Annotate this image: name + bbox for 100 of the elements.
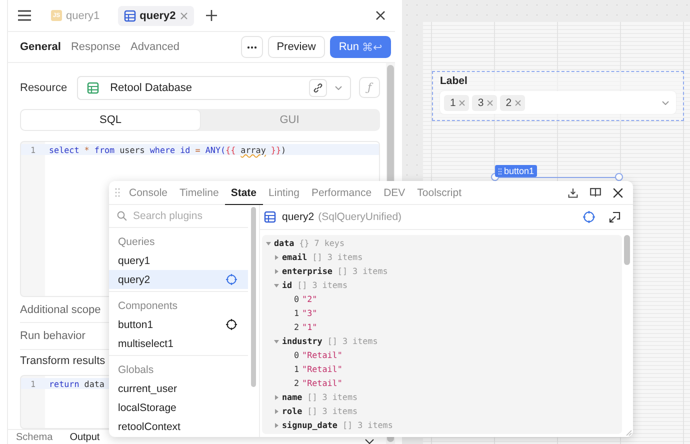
debug-tab[interactable]: Linting xyxy=(262,181,306,204)
tree-key[interactable]: enterprise xyxy=(282,266,332,276)
field-label: Label xyxy=(440,74,468,88)
item-count: 3 items xyxy=(322,406,358,416)
item-count: 3 items xyxy=(358,420,393,430)
section-label[interactable]: Transform results xyxy=(20,354,106,367)
mode-tab[interactable]: SQL xyxy=(21,110,200,130)
drag-handle-icon[interactable] xyxy=(115,188,120,197)
group-heading: Components xyxy=(118,300,178,312)
scrollbar-thumb[interactable] xyxy=(251,207,256,387)
plugin-item[interactable]: localStorage xyxy=(109,398,248,417)
crosshair-icon[interactable] xyxy=(226,319,237,330)
tree-key[interactable]: id xyxy=(282,280,292,290)
preview-button[interactable]: Preview xyxy=(268,36,325,58)
more-button[interactable] xyxy=(240,36,263,58)
caret-icon[interactable] xyxy=(274,338,279,344)
debug-tab[interactable]: State xyxy=(224,181,263,204)
type-hint: [] xyxy=(307,392,318,402)
caret-icon[interactable] xyxy=(274,254,279,260)
resource-select[interactable]: Retool Database xyxy=(77,76,351,100)
more-icon xyxy=(246,46,257,48)
tree-key[interactable]: email xyxy=(282,252,308,262)
tag-chip[interactable]: 1 xyxy=(444,94,469,110)
item-count: 3 items xyxy=(327,252,363,262)
code-line: return data xyxy=(48,378,104,389)
multiselect-field[interactable]: 1 3 2 xyxy=(440,91,676,114)
run-button[interactable]: Run ⌘↩ xyxy=(330,36,391,58)
plugin-item[interactable]: current_user xyxy=(109,379,248,398)
type-hint: [] xyxy=(337,266,348,276)
tree-key[interactable]: name xyxy=(282,392,302,402)
table-icon xyxy=(124,10,136,22)
tree-key[interactable]: role xyxy=(282,406,302,416)
tree-key[interactable]: data xyxy=(274,238,294,248)
caret-icon[interactable] xyxy=(266,240,271,246)
debug-tab[interactable]: Console xyxy=(123,181,174,204)
output-tab[interactable]: Schema xyxy=(16,432,53,444)
type-hint: [] xyxy=(307,406,318,416)
close-icon[interactable] xyxy=(613,188,623,198)
plugin-item[interactable]: button1 xyxy=(109,315,248,334)
plus-icon[interactable] xyxy=(206,10,217,21)
item-count: 3 items xyxy=(352,266,388,276)
caret-icon[interactable] xyxy=(274,282,279,288)
plugin-name: query2 xyxy=(282,211,314,223)
output-tab[interactable]: Output xyxy=(70,432,100,444)
plugin-item[interactable]: multiselect1 xyxy=(109,334,248,353)
debug-tab[interactable]: Performance xyxy=(305,181,378,204)
index-label: 2 xyxy=(294,322,300,332)
debug-tab[interactable]: DEV xyxy=(378,181,412,204)
plugin-item[interactable]: query1 xyxy=(109,251,248,270)
query-tab[interactable]: query2 xyxy=(118,6,194,26)
menu-icon[interactable] xyxy=(18,10,31,21)
tree-key[interactable]: industry xyxy=(282,336,322,346)
section-label[interactable]: Run behavior xyxy=(20,330,86,342)
remove-icon[interactable] xyxy=(458,100,465,106)
index-label: 0 xyxy=(294,350,300,360)
item-count: 3 items xyxy=(312,280,348,290)
resize-handle[interactable] xyxy=(615,173,623,181)
tag-chip[interactable]: 2 xyxy=(500,94,525,110)
section-tab[interactable]: General xyxy=(20,41,61,53)
chevron-icon[interactable] xyxy=(365,439,374,444)
caret-icon[interactable] xyxy=(274,422,279,428)
string-value: "2" xyxy=(302,294,318,304)
remove-icon[interactable] xyxy=(486,100,493,106)
download-icon[interactable] xyxy=(568,188,578,198)
popout-icon[interactable] xyxy=(609,211,621,223)
plugin-item[interactable]: query2 xyxy=(109,270,248,289)
search-field[interactable]: Search plugins xyxy=(133,208,240,224)
section-tab[interactable]: Response xyxy=(70,41,121,53)
type-hint: {} xyxy=(299,238,310,248)
debug-tab[interactable]: Timeline xyxy=(174,181,225,204)
book-icon[interactable] xyxy=(590,188,601,197)
index-label: 1 xyxy=(294,308,300,318)
caret-icon[interactable] xyxy=(274,408,279,414)
index-label: 2 xyxy=(294,378,300,388)
item-count: 3 items xyxy=(322,392,358,402)
scrollbar-thumb[interactable] xyxy=(624,235,630,265)
drag-handle-icon[interactable] xyxy=(498,168,502,174)
section-label[interactable]: Additional scope xyxy=(20,304,101,316)
search-icon xyxy=(117,211,127,221)
remove-icon[interactable] xyxy=(514,100,521,106)
link-button[interactable] xyxy=(309,78,327,97)
index-label: 0 xyxy=(294,294,300,304)
multiselect-widget[interactable]: Label 1 3 2 xyxy=(432,71,684,121)
table-icon xyxy=(264,211,276,223)
caret-icon[interactable] xyxy=(274,268,279,274)
tree-key[interactable]: signup_date xyxy=(282,420,338,430)
string-value: "3" xyxy=(302,308,318,318)
tag-chip[interactable]: 3 xyxy=(472,94,497,110)
field-label: Resource xyxy=(20,80,68,95)
caret-icon[interactable] xyxy=(274,394,279,400)
debug-tab[interactable]: Toolscript xyxy=(411,181,468,204)
close-icon[interactable] xyxy=(376,11,385,20)
string-value: "Retail" xyxy=(302,378,342,388)
code-line: select * from users where id = ANY({{ array }}) xyxy=(48,144,286,155)
plugin-type: (SqlQueryUnified) xyxy=(318,211,402,223)
plugin-item[interactable]: retoolContext xyxy=(109,417,248,436)
component-tag[interactable]: button1 xyxy=(495,165,538,177)
resize-grip-icon[interactable] xyxy=(626,430,632,436)
type-hint: [] xyxy=(312,252,322,262)
section-tab[interactable]: Advanced xyxy=(130,41,180,53)
